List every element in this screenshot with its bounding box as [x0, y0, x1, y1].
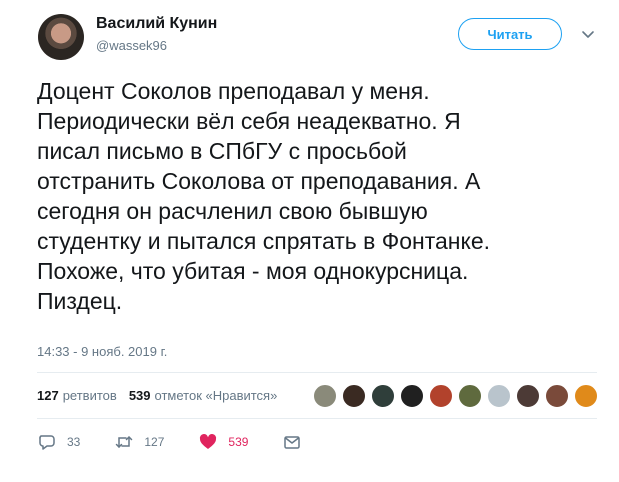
chevron-down-icon[interactable]	[580, 26, 596, 42]
follow-button[interactable]: Читать	[458, 18, 562, 50]
like-button[interactable]: 539	[198, 432, 248, 452]
liker-avatar[interactable]	[371, 384, 395, 408]
tweet-line: сегодня он расчленил свою бывшую	[37, 198, 428, 224]
envelope-icon	[284, 436, 301, 449]
liker-avatar[interactable]	[574, 384, 598, 408]
author-handle[interactable]: @wassek96	[96, 38, 167, 53]
liker-avatar[interactable]	[458, 384, 482, 408]
retweets-count: 127	[37, 388, 59, 403]
stats-bar: 127 ретвитов 539 отметок «Нравится»	[37, 388, 289, 403]
divider	[37, 418, 597, 419]
liker-avatar[interactable]	[545, 384, 569, 408]
liker-avatar[interactable]	[400, 384, 424, 408]
tweet-line: студентку и пытался спрятать в Фонтанке.	[37, 228, 491, 254]
liker-avatar[interactable]	[342, 384, 366, 408]
likes-count: 539	[128, 388, 151, 403]
liker-avatar[interactable]	[313, 384, 337, 408]
likes-stat[interactable]: 539 отметок «Нравится»	[129, 388, 278, 403]
liker-avatar[interactable]	[429, 384, 453, 408]
retweet-icon	[116, 436, 133, 448]
like-count: 539	[228, 435, 249, 449]
reply-button[interactable]: 33	[37, 432, 80, 452]
author-name[interactable]: Василий Кунин	[96, 15, 217, 33]
action-bar: 33 127 539	[37, 432, 346, 452]
liker-avatar[interactable]	[487, 384, 511, 408]
retweets-label: ретвитов	[62, 388, 117, 403]
timestamp[interactable]: 14:33 - 9 нояб. 2019 г.	[37, 344, 167, 359]
tweet-line: Пиздец.	[37, 288, 123, 314]
retweet-button[interactable]: 127	[114, 432, 164, 452]
message-button[interactable]	[282, 432, 312, 452]
retweets-stat[interactable]: 127 ретвитов	[37, 388, 117, 403]
tweet-line: Периодически вёл себя неадекватно. Я	[37, 108, 461, 134]
heart-icon	[200, 434, 217, 449]
tweet-line: Доцент Соколов преподавал у меня.	[37, 78, 430, 104]
tweet-text: Доцент Соколов преподавал у меня. Период…	[37, 76, 597, 316]
tweet-line: отстранить Соколова от преподавания. А	[37, 168, 481, 194]
divider	[37, 372, 597, 373]
avatar[interactable]	[38, 14, 84, 60]
likes-label: отметок «Нравится»	[154, 388, 278, 403]
liker-avatars	[313, 384, 603, 408]
retweet-count: 127	[144, 435, 165, 449]
tweet-line: писал письмо в СПбГУ с просьбой	[37, 138, 407, 164]
reply-count: 33	[67, 435, 81, 449]
reply-icon	[39, 435, 55, 450]
tweet-line: Похоже, что убитая - моя однокурсница.	[37, 258, 469, 284]
liker-avatar[interactable]	[516, 384, 540, 408]
